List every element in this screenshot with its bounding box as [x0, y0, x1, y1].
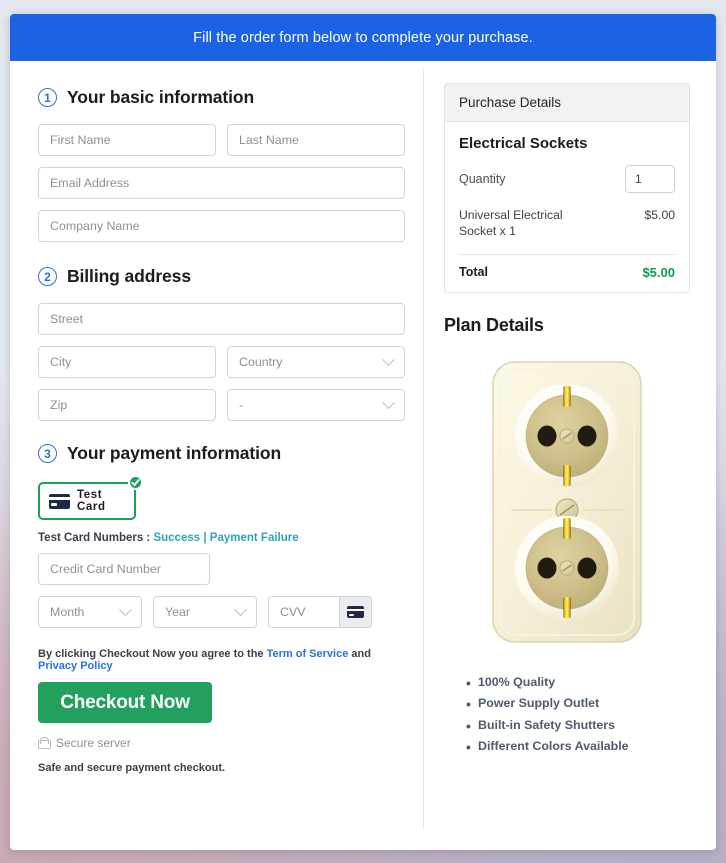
step-number-2: 2	[38, 267, 57, 286]
company-input[interactable]: Company Name	[38, 210, 405, 242]
state-select-value: -	[239, 398, 244, 412]
summary-column: Purchase Details Electrical Sockets Quan…	[424, 61, 716, 850]
checkout-button[interactable]: Checkout Now	[38, 682, 212, 723]
quantity-row: Quantity 1	[459, 165, 675, 193]
city-input[interactable]: City	[38, 346, 216, 378]
order-form-column: 1 Your basic information First Name Last…	[10, 61, 423, 850]
month-select[interactable]: Month	[38, 596, 142, 628]
top-banner: Fill the order form below to complete yo…	[10, 14, 716, 61]
street-input[interactable]: Street	[38, 303, 405, 335]
country-select-value: Country	[239, 355, 283, 369]
lock-icon	[38, 737, 51, 749]
terms-prefix: By clicking Checkout Now you agree to th…	[38, 648, 264, 660]
terms-and: and	[351, 648, 371, 660]
total-label: Total	[459, 265, 488, 280]
zip-state-row: Zip -	[38, 389, 405, 421]
total-value: $5.00	[642, 264, 675, 280]
email-input[interactable]: Email Address	[38, 167, 405, 199]
section-heading-payment: 3 Your payment information	[38, 443, 405, 464]
terms-text: By clicking Checkout Now you agree to th…	[38, 648, 405, 672]
success-link[interactable]: Success	[153, 532, 200, 544]
step-number-1: 1	[38, 88, 57, 107]
page-background: Fill the order form below to complete yo…	[0, 0, 726, 863]
card-body: 1 Your basic information First Name Last…	[10, 61, 716, 850]
section-heading-billing: 2 Billing address	[38, 266, 405, 287]
month-select-value: Month	[50, 605, 85, 619]
line-item-row: Universal Electrical Socket x 1 $5.00	[459, 207, 675, 240]
line-item-name: Universal Electrical Socket x 1	[459, 208, 563, 239]
street-row: Street	[38, 303, 405, 335]
chevron-down-icon	[119, 602, 132, 616]
list-item: Different Colors Available	[466, 735, 690, 759]
cvv-help-button[interactable]	[339, 596, 372, 628]
year-select[interactable]: Year	[153, 596, 257, 628]
purchase-details-header: Purchase Details	[445, 84, 689, 122]
year-select-value: Year	[165, 605, 191, 619]
name-row: First Name Last Name	[38, 124, 405, 156]
term-of-service-link[interactable]: Term of Service	[267, 648, 349, 660]
secure-server-row: Secure server	[38, 736, 405, 750]
city-country-row: City Country	[38, 346, 405, 378]
quantity-label: Quantity	[459, 172, 506, 186]
privacy-policy-link[interactable]: Privacy Policy	[38, 660, 113, 672]
cvv-group: CVV	[268, 596, 372, 628]
banner-text: Fill the order form below to complete yo…	[193, 29, 533, 46]
test-card-option-wrapper: Test Card	[38, 475, 143, 520]
step-number-3: 3	[38, 444, 57, 463]
chevron-down-icon	[382, 395, 395, 409]
last-name-input[interactable]: Last Name	[227, 124, 405, 156]
total-row: Total $5.00	[459, 265, 675, 280]
purchase-details-body: Electrical Sockets Quantity 1 Universal …	[445, 122, 689, 292]
section-title-basic: Your basic information	[67, 87, 255, 107]
test-card-numbers-row: Test Card Numbers : Success | Payment Fa…	[38, 532, 405, 544]
credit-card-icon	[347, 606, 364, 618]
credit-card-icon	[49, 493, 70, 509]
company-row: Company Name	[38, 210, 405, 242]
check-circle-icon	[128, 475, 143, 490]
chevron-down-icon	[382, 352, 395, 366]
safe-checkout-note: Safe and secure payment checkout.	[38, 762, 226, 774]
socket-image-wrapper	[444, 358, 690, 646]
plan-details-title: Plan Details	[444, 314, 544, 335]
state-select[interactable]: -	[227, 389, 405, 421]
line-item-price: $5.00	[644, 208, 676, 222]
first-name-input[interactable]: First Name	[38, 124, 216, 156]
section-title-billing: Billing address	[67, 266, 191, 286]
credit-card-number-input[interactable]: Credit Card Number	[38, 553, 210, 585]
test-card-numbers-label: Test Card Numbers :	[38, 532, 151, 544]
list-item: Power Supply Outlet	[466, 692, 690, 716]
feature-list: 100% Quality Power Supply Outlet Built-i…	[466, 671, 690, 759]
section-title-payment: Your payment information	[67, 443, 282, 463]
secure-server-label: Secure server	[56, 736, 131, 750]
country-select[interactable]: Country	[227, 346, 405, 378]
test-card-label: Test Card	[77, 489, 106, 513]
electrical-socket-image	[492, 361, 642, 643]
zip-input[interactable]: Zip	[38, 389, 216, 421]
payment-failure-link[interactable]: Payment Failure	[210, 532, 299, 544]
list-item: Built-in Safety Shutters	[466, 714, 690, 738]
checkout-card: Fill the order form below to complete yo…	[10, 14, 716, 850]
expiry-cvv-row: Month Year CVV	[38, 596, 405, 628]
chevron-down-icon	[234, 602, 247, 616]
list-item: 100% Quality	[466, 671, 690, 695]
quantity-input[interactable]: 1	[625, 165, 675, 193]
cvv-input[interactable]: CVV	[268, 596, 339, 628]
purchase-details-card: Purchase Details Electrical Sockets Quan…	[444, 83, 690, 293]
email-row: Email Address	[38, 167, 405, 199]
total-divider	[459, 253, 675, 255]
section-heading-basic: 1 Your basic information	[38, 87, 405, 108]
test-card-option[interactable]: Test Card	[38, 482, 136, 520]
product-title: Electrical Sockets	[459, 135, 588, 152]
link-separator: |	[203, 532, 207, 544]
